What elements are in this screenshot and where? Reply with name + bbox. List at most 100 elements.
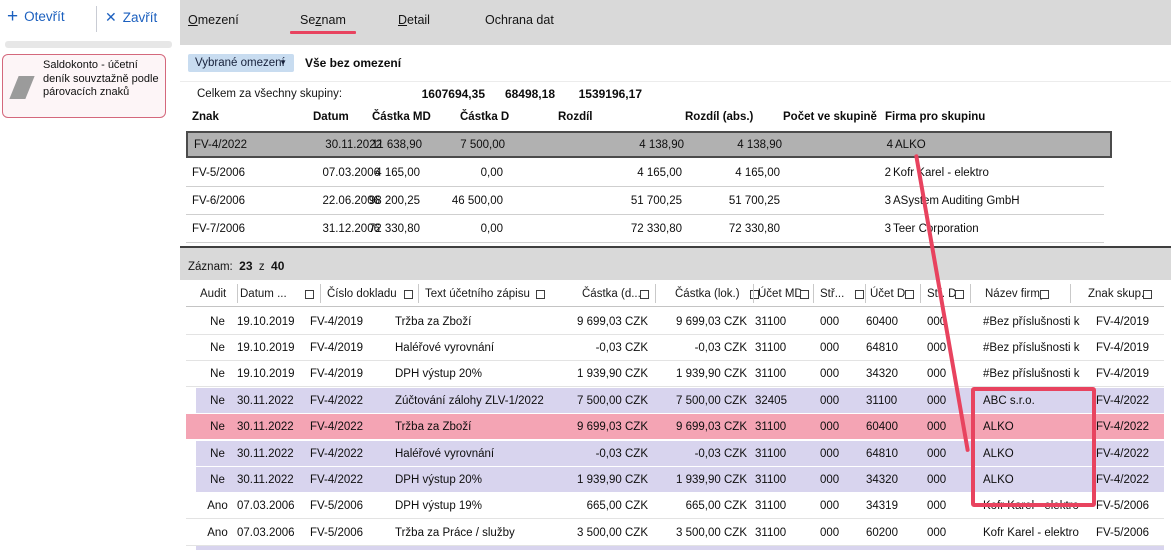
tab-omezeni[interactable]: Omezení — [188, 13, 239, 27]
header-separator — [970, 284, 971, 303]
column-header[interactable]: Znak skup... — [1088, 286, 1151, 302]
restriction-summary: Vše bez omezení — [305, 54, 401, 72]
cell-audit: Ano — [200, 493, 235, 518]
restriction-dropdown[interactable]: ▼ Vybrané omezení — [188, 54, 294, 72]
cell-datum: 07.03.2006 — [237, 520, 295, 545]
column-filter-box-icon[interactable] — [305, 290, 314, 299]
column-header[interactable]: Znak — [192, 109, 219, 125]
column-header[interactable]: Název firmy — [985, 286, 1046, 302]
column-header[interactable]: Text účetního zápisu — [425, 286, 530, 302]
header-separator — [865, 284, 866, 303]
cell-datum: 30.11.2022 — [237, 441, 294, 466]
entry-row[interactable]: Ne19.10.2019FV-4/2019Tržba za Zboží9 699… — [186, 309, 1164, 335]
cell-znak: FV-5/2006 — [1096, 520, 1149, 545]
cell-znak: FV-4/2019 — [1096, 335, 1149, 360]
report-icon — [9, 76, 34, 99]
close-button[interactable]: ✕ Zavřít — [105, 9, 157, 26]
column-filter-box-icon[interactable] — [1143, 290, 1152, 299]
column-header[interactable]: Datum — [313, 109, 349, 125]
header-separator — [320, 284, 321, 303]
group-row[interactable]: FV-6/200622.06.200698 200,2546 500,0051 … — [186, 187, 1104, 215]
column-header[interactable]: Datum ... — [240, 286, 287, 302]
column-header[interactable]: Částka MD — [372, 109, 431, 125]
column-filter-box-icon[interactable] — [1040, 290, 1049, 299]
tab-detail[interactable]: Detail — [398, 13, 430, 27]
cell-znak: FV-4/2022 — [194, 133, 247, 156]
entry-row[interactable]: Ano07.03.2006FV-5/2006Tržba za Práce / s… — [186, 520, 1164, 546]
cell-cislo: FV-5/2006 — [310, 493, 363, 518]
pane-splitter[interactable] — [180, 246, 1171, 248]
cell-audit: Ne — [200, 414, 235, 439]
column-header[interactable]: Počet ve skupině — [783, 109, 877, 125]
cell-pocet: 3 — [811, 187, 891, 214]
cell-castka_lok: 9 699,03 CZK — [647, 309, 747, 334]
cell-castka_d: 1 939,90 CZK — [548, 361, 648, 386]
report-shortcut-card[interactable]: Saldokonto - účetní deník souvztažně pod… — [2, 54, 166, 118]
column-filter-box-icon[interactable] — [800, 290, 809, 299]
open-button[interactable]: + Otevřít — [7, 9, 65, 24]
cell-castka_d: 7 500,00 CZK — [548, 388, 648, 413]
column-header[interactable]: Audit — [200, 286, 226, 302]
cell-castka_lok: 1 939,90 CZK — [647, 361, 747, 386]
group-row[interactable]: FV-7/200631.12.200672 330,800,0072 330,8… — [186, 215, 1104, 243]
cell-castka_d: 3 500,00 CZK — [548, 520, 648, 545]
cell-str_d: 000 — [927, 520, 946, 545]
column-filter-box-icon[interactable] — [955, 290, 964, 299]
group-row[interactable]: FV-5/200607.03.20064 165,000,004 165,004… — [186, 159, 1104, 187]
column-filter-box-icon[interactable] — [404, 290, 413, 299]
column-header[interactable]: Účet MD — [758, 286, 803, 302]
column-header[interactable]: Rozdíl — [558, 109, 593, 125]
column-header[interactable]: Částka D — [460, 109, 509, 125]
column-header[interactable]: Částka (lok.) — [675, 286, 740, 302]
cell-str: 000 — [820, 361, 839, 386]
tab-ochrana-dat[interactable]: Ochrana dat — [485, 13, 554, 27]
cell-ucet_d: 64810 — [866, 335, 898, 360]
cell-str: 000 — [820, 414, 839, 439]
column-filter-box-icon[interactable] — [640, 290, 649, 299]
cell-cislo: FV-4/2022 — [310, 467, 363, 492]
cell-cislo: FV-5/2006 — [310, 520, 363, 545]
column-filter-box-icon[interactable] — [855, 290, 864, 299]
cell-ucet_md: 31100 — [755, 441, 786, 466]
cell-ucet_d: 60400 — [866, 414, 898, 439]
column-filter-box-icon[interactable] — [905, 290, 914, 299]
tab-seznam[interactable]: Seznam — [300, 13, 346, 27]
cell-rozdil: 4 165,00 — [582, 159, 682, 186]
column-header[interactable]: Číslo dokladu — [327, 286, 397, 302]
cell-str_d: 000 — [927, 388, 946, 413]
cell-text: DPH výstup 20% — [395, 361, 482, 386]
cell-castka_d: 9 699,03 CZK — [548, 309, 648, 334]
entry-row[interactable]: Ne19.10.2019FV-4/2019DPH výstup 20%1 939… — [186, 361, 1164, 387]
column-header[interactable]: Účet D — [870, 286, 905, 302]
entry-row[interactable]: Ne19.10.2019FV-4/2019Haléřové vyrovnání-… — [186, 335, 1164, 361]
restriction-dropdown-label: Vybrané omezení — [195, 57, 285, 69]
cell-firma: Kofr Karel - elektro — [983, 520, 1095, 545]
sidebar-toolbar: + Otevřít ✕ Zavřít — [0, 0, 180, 38]
cell-datum: 30.11.2022 — [237, 414, 294, 439]
cell-ucet_md: 31100 — [755, 361, 786, 386]
cell-ucet_md: 31100 — [755, 520, 786, 545]
cell-cislo: FV-4/2022 — [310, 441, 363, 466]
cell-str_d: 000 — [927, 467, 946, 492]
cell-d: 46 500,00 — [403, 187, 503, 214]
group-row[interactable]: FV-4/202230.11.202211 638,907 500,004 13… — [186, 131, 1112, 158]
cell-str: 000 — [820, 335, 839, 360]
header-separator — [237, 284, 238, 303]
totals-separator — [180, 81, 1171, 82]
cell-datum: 30.11.2022 — [237, 388, 294, 413]
cell-znak: FV-4/2022 — [1096, 467, 1149, 492]
cell-firma: #Bez příslušnosti k — [983, 309, 1095, 334]
total-amount-d: 68498,18 — [460, 86, 555, 102]
cell-abs: 72 330,80 — [680, 215, 780, 242]
header-separator — [753, 284, 754, 303]
cell-znak: FV-4/2022 — [1096, 388, 1149, 413]
column-filter-box-icon[interactable] — [536, 290, 545, 299]
cell-castka_lok: 1 939,90 CZK — [647, 467, 747, 492]
column-header[interactable]: Stř... — [820, 286, 844, 302]
column-header[interactable]: Firma pro skupinu — [885, 109, 985, 125]
column-header[interactable]: Částka (d... — [582, 286, 641, 302]
cell-castka_lok: 7 500,00 CZK — [647, 388, 747, 413]
cell-pocet: 2 — [811, 159, 891, 186]
column-header[interactable]: Rozdíl (abs.) — [685, 109, 753, 125]
cell-castka_d: -0,03 CZK — [548, 335, 648, 360]
